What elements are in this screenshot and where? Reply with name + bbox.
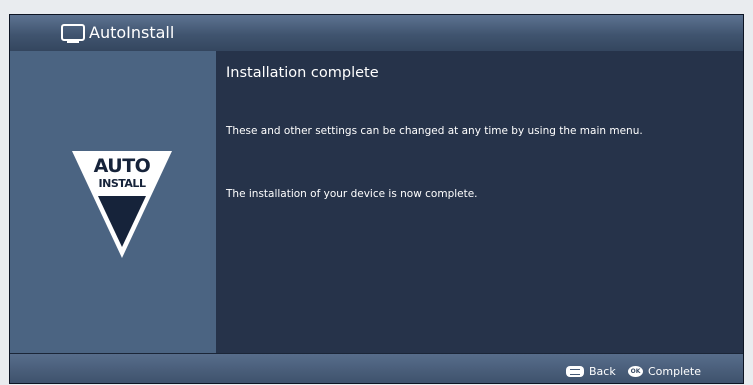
logo-line-auto: AUTO <box>93 155 151 177</box>
left-panel: AUTO INSTALL <box>10 51 216 353</box>
ok-key-icon: OK <box>628 365 643 377</box>
back-label: Back <box>589 364 616 378</box>
logo-line-install: INSTALL <box>98 177 146 190</box>
completion-info-text: The installation of your device is now c… <box>226 188 478 200</box>
window-title: AutoInstall <box>89 23 175 42</box>
tv-screen: AutoInstall AUTO INSTALL Installation co… <box>9 14 744 384</box>
complete-hint[interactable]: OK Complete <box>628 364 701 378</box>
installation-title: Installation complete <box>226 65 379 81</box>
main-panel: Installation complete These and other se… <box>216 51 743 353</box>
settings-info-text: These and other settings can be changed … <box>226 125 643 137</box>
back-key-icon <box>566 365 584 377</box>
bottom-bar: Back OK Complete <box>10 353 743 383</box>
back-hint[interactable]: Back <box>566 364 616 378</box>
auto-install-logo: AUTO INSTALL <box>72 151 172 258</box>
title-bar: AutoInstall <box>10 15 743 52</box>
complete-label: Complete <box>648 364 702 378</box>
tv-icon <box>61 24 85 43</box>
